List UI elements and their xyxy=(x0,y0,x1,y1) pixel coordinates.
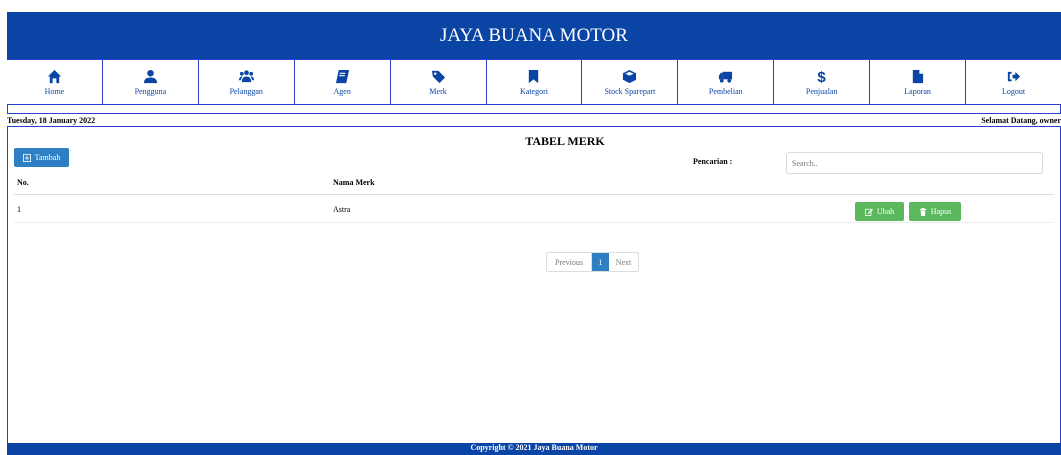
nav-label: Home xyxy=(44,86,65,96)
welcome-text: Selamat Datang, owner xyxy=(981,115,1061,125)
nav-item-pembelian[interactable]: Pembelian xyxy=(678,60,775,104)
add-button-label: Tambah xyxy=(34,153,61,162)
delete-button[interactable]: Hapus xyxy=(909,202,961,221)
nav-item-home[interactable]: Home xyxy=(7,60,103,104)
user-icon xyxy=(143,69,157,83)
edit-icon xyxy=(864,208,873,216)
plus-square-icon xyxy=(22,153,31,162)
trash-icon xyxy=(919,207,926,216)
nav-label: Penjualan xyxy=(805,86,838,96)
pagination-previous[interactable]: Previous xyxy=(547,253,592,271)
cube-icon xyxy=(623,69,637,83)
dollar-icon: $ xyxy=(818,69,827,84)
info-bar: Tuesday, 18 January 2022 Selamat Datang,… xyxy=(7,113,1061,127)
pagination-page-1[interactable]: 1 xyxy=(592,253,609,271)
delete-button-label: Hapus xyxy=(930,207,952,216)
copyright-text: Copyright © 2021 Jaya Buana Motor xyxy=(470,443,598,452)
row-divider xyxy=(14,222,1054,223)
nav-item-stock-sparepart[interactable]: Stock Sparepart xyxy=(582,60,679,104)
search-label: Pencarian : xyxy=(693,157,733,166)
book-icon xyxy=(335,69,349,83)
tags-icon xyxy=(431,70,445,83)
nav-label: Merk xyxy=(429,86,447,96)
nav-item-pengguna[interactable]: Pengguna xyxy=(103,60,199,104)
cell-nama-merk: Astra xyxy=(333,205,351,214)
app-header: JAYA BUANA MOTOR xyxy=(7,12,1061,59)
nav-item-penjualan[interactable]: $ Penjualan xyxy=(774,60,871,104)
pagination: Previous 1 Next xyxy=(546,252,639,272)
main-nav: Home Pengguna Pelanggan Agen Merk Katego… xyxy=(7,59,1061,105)
table-divider xyxy=(14,194,1054,195)
nav-item-laporan[interactable]: Laporan xyxy=(870,60,967,104)
nav-label: Stock Sparepart xyxy=(604,86,656,96)
nav-label: Pembelian xyxy=(708,86,743,96)
current-date: Tuesday, 18 January 2022 xyxy=(7,115,96,125)
nav-item-kategori[interactable]: Kategori xyxy=(487,60,583,104)
nav-label: Pelanggan xyxy=(229,86,263,96)
nav-label: Agen xyxy=(333,86,351,96)
add-button[interactable]: Tambah xyxy=(14,148,69,167)
truck-icon xyxy=(719,71,733,83)
bookmark-icon xyxy=(529,69,539,83)
nav-item-pelanggan[interactable]: Pelanggan xyxy=(199,60,295,104)
search-input[interactable] xyxy=(786,152,1043,174)
nav-item-logout[interactable]: Logout xyxy=(966,60,1061,104)
cell-no: 1 xyxy=(17,205,21,214)
logout-icon xyxy=(1007,71,1021,81)
nav-item-agen[interactable]: Agen xyxy=(295,60,391,104)
svg-text:$: $ xyxy=(818,69,827,84)
page-title: TABEL MERK xyxy=(525,134,605,148)
users-icon xyxy=(238,69,254,82)
file-icon xyxy=(912,69,924,83)
app-title: JAYA BUANA MOTOR xyxy=(440,24,628,46)
pagination-next[interactable]: Next xyxy=(609,253,638,271)
nav-label: Pengguna xyxy=(134,86,167,96)
nav-label: Logout xyxy=(1001,86,1026,96)
footer: Copyright © 2021 Jaya Buana Motor xyxy=(7,443,1061,455)
column-header-no: No. xyxy=(17,178,29,187)
edit-button-label: Ubah xyxy=(876,207,895,216)
home-icon xyxy=(47,69,62,83)
nav-label: Kategori xyxy=(519,86,548,96)
nav-item-merk[interactable]: Merk xyxy=(391,60,487,104)
column-header-nama-merk: Nama Merk xyxy=(333,178,375,187)
nav-label: Laporan xyxy=(904,86,931,96)
edit-button[interactable]: Ubah xyxy=(855,202,904,221)
